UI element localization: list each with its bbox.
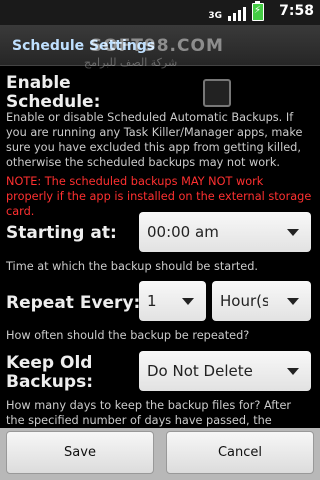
chevron-down-icon: [287, 298, 299, 305]
enable-schedule-checkbox[interactable]: [203, 79, 231, 107]
starting-at-label: Starting at:: [6, 223, 117, 243]
clock: 7:58: [279, 3, 314, 19]
keep-old-backups-label: Keep Old Backups:: [6, 353, 94, 392]
chevron-down-icon: [287, 229, 299, 236]
status-bar: 3G ⚡ 7:58: [0, 0, 320, 25]
status-icons: 3G ⚡: [208, 1, 264, 21]
starting-time-dropdown[interactable]: 00:00 am: [139, 212, 311, 252]
enable-schedule-label: Enable Schedule:: [6, 73, 101, 112]
cancel-button[interactable]: Cancel: [166, 431, 314, 474]
watermark-logo: SOFT98.COM: [90, 36, 224, 56]
button-bar: Save Cancel: [0, 428, 320, 480]
enable-schedule-description: Enable or disable Scheduled Automatic Ba…: [6, 111, 303, 169]
chevron-down-icon: [287, 368, 299, 375]
repeat-unit-value: Hour(s): [220, 292, 268, 310]
starting-at-description: Time at which the backup should be start…: [6, 260, 258, 273]
repeat-count-dropdown[interactable]: 1: [139, 281, 206, 321]
signal-strength-icon: [228, 5, 246, 21]
repeat-every-label: Repeat Every:: [6, 293, 141, 313]
network-type-icon: 3G: [208, 11, 222, 21]
repeat-unit-dropdown[interactable]: Hour(s): [212, 281, 311, 321]
keep-backups-value: Do Not Delete: [147, 362, 253, 380]
save-button[interactable]: Save: [6, 431, 154, 474]
chevron-down-icon: [182, 298, 194, 305]
repeat-count-value: 1: [147, 292, 157, 310]
starting-time-value: 00:00 am: [147, 223, 219, 241]
settings-scroll[interactable]: Enable Schedule: Enable or disable Sched…: [0, 66, 320, 428]
keep-backups-dropdown[interactable]: Do Not Delete: [139, 351, 311, 391]
repeat-every-description: How often should the backup be repeated?: [6, 329, 250, 342]
title-bar: Schedule Settings SOFT98.COM شركة الصف ل…: [0, 25, 320, 69]
battery-icon: ⚡: [252, 1, 264, 21]
keep-backups-description: How many days to keep the backup files f…: [6, 399, 292, 427]
